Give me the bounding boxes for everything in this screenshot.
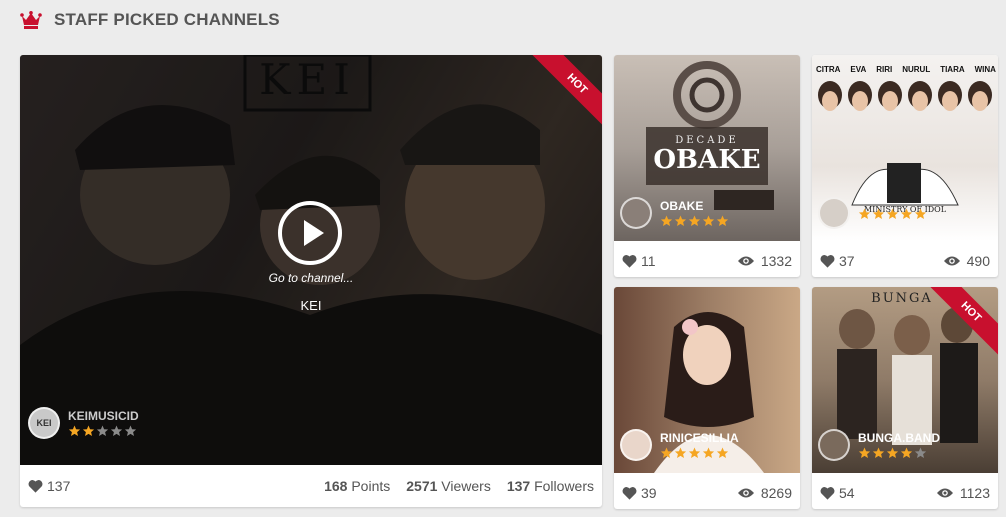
owner-avatar[interactable]: KEI bbox=[28, 407, 60, 439]
likes-stat[interactable]: 54 bbox=[820, 485, 855, 501]
channel-thumbnail[interactable]: DECADE OBAKE OBAKE bbox=[614, 55, 800, 241]
heart-icon bbox=[28, 480, 43, 493]
views-count: 8269 bbox=[760, 485, 792, 501]
eye-icon bbox=[943, 256, 960, 266]
channel-owner[interactable]: RINICESILLIA bbox=[620, 429, 739, 461]
star-icon bbox=[674, 447, 687, 458]
featured-footer: 137 168 Points 2571 Viewers 137 Follower… bbox=[20, 465, 602, 507]
star-icon bbox=[124, 425, 137, 436]
likes-stat[interactable]: 37 bbox=[820, 253, 855, 269]
eye-icon bbox=[936, 488, 953, 498]
views-stat: 8269 bbox=[737, 485, 792, 501]
star-icon bbox=[914, 447, 927, 458]
section-header: STAFF PICKED CHANNELS bbox=[20, 6, 280, 34]
play-button[interactable] bbox=[278, 201, 342, 265]
likes-count: 37 bbox=[839, 253, 855, 269]
star-icon bbox=[688, 447, 701, 458]
channel-name[interactable]: KEI bbox=[20, 298, 602, 313]
go-to-channel-text[interactable]: Go to channel... bbox=[20, 271, 602, 285]
star-icon bbox=[674, 215, 687, 226]
owner-name[interactable]: OBAKE bbox=[660, 199, 730, 213]
heart-icon bbox=[820, 487, 835, 500]
featured-channel-card[interactable]: KEI HOT Go to channel... KEI KEI KEIMUSI… bbox=[20, 55, 602, 507]
rating-stars bbox=[660, 447, 739, 459]
star-icon bbox=[96, 425, 109, 436]
likes-stat[interactable]: 137 bbox=[28, 478, 70, 494]
star-icon bbox=[872, 447, 885, 458]
star-icon bbox=[110, 425, 123, 436]
likes-count: 54 bbox=[839, 485, 855, 501]
star-icon bbox=[886, 208, 899, 219]
eye-icon bbox=[737, 488, 754, 498]
poster-title: BUNGA bbox=[871, 291, 933, 306]
views-stat: 1332 bbox=[737, 253, 792, 269]
rating-stars bbox=[660, 215, 730, 227]
star-icon bbox=[914, 208, 927, 219]
owner-avatar[interactable] bbox=[818, 429, 850, 461]
star-icon bbox=[716, 447, 729, 458]
star-icon bbox=[702, 447, 715, 458]
channel-card[interactable]: BUNGA HOT BUNGA.BAND 54 1123 bbox=[812, 287, 998, 509]
star-icon bbox=[716, 215, 729, 226]
star-icon bbox=[858, 447, 871, 458]
star-icon bbox=[900, 447, 913, 458]
likes-count: 11 bbox=[641, 253, 656, 269]
rating-stars bbox=[68, 425, 139, 437]
likes-count: 137 bbox=[47, 478, 71, 494]
star-icon bbox=[900, 208, 913, 219]
member-names: CITRA EVA RIRI NURUL TIARA WINA bbox=[816, 65, 996, 74]
heart-icon bbox=[622, 487, 637, 500]
star-icon bbox=[660, 215, 673, 226]
views-stat: 490 bbox=[943, 253, 990, 269]
channel-footer: 37 490 bbox=[812, 245, 998, 277]
channel-owner[interactable]: BUNGA.BAND bbox=[818, 429, 940, 461]
channel-thumbnail[interactable]: CITRA EVA RIRI NURUL TIARA WINA MINISTRY OF I… bbox=[812, 55, 998, 241]
owner-avatar[interactable] bbox=[818, 197, 850, 229]
featured-thumbnail[interactable]: KEI HOT Go to channel... KEI KEI KEIMUSI… bbox=[20, 55, 602, 465]
rating-stars bbox=[858, 208, 928, 220]
channel-owner[interactable]: KEI KEIMUSICID bbox=[28, 407, 139, 439]
likes-count: 39 bbox=[641, 485, 657, 501]
star-icon bbox=[886, 447, 899, 458]
channel-card[interactable]: DECADE OBAKE OBAKE 11 1332 bbox=[614, 55, 800, 277]
star-icon bbox=[82, 425, 95, 436]
owner-avatar[interactable] bbox=[620, 429, 652, 461]
channel-footer: 54 1123 bbox=[812, 477, 998, 509]
channel-owner[interactable] bbox=[818, 197, 928, 229]
heart-icon bbox=[820, 255, 835, 268]
channel-stats: 168 Points 2571 Viewers 137 Followers bbox=[324, 478, 594, 494]
crown-icon bbox=[20, 11, 42, 29]
owner-name[interactable]: RINICESILLIA bbox=[660, 431, 739, 445]
points-stat: 168 Points bbox=[324, 478, 391, 494]
channel-footer: 11 1332 bbox=[614, 245, 800, 277]
channel-footer: 39 8269 bbox=[614, 477, 800, 509]
followers-stat: 137 Followers bbox=[506, 478, 594, 494]
channel-thumbnail[interactable]: RINICESILLIA bbox=[614, 287, 800, 473]
heart-icon bbox=[622, 255, 637, 268]
section-title: STAFF PICKED CHANNELS bbox=[54, 10, 280, 29]
star-icon bbox=[872, 208, 885, 219]
likes-stat[interactable]: 11 bbox=[622, 253, 656, 269]
channel-card[interactable]: CITRA EVA RIRI NURUL TIARA WINA MINISTRY OF I… bbox=[812, 55, 998, 277]
star-icon bbox=[702, 215, 715, 226]
owner-avatar[interactable] bbox=[620, 197, 652, 229]
viewers-stat: 2571 Viewers bbox=[406, 478, 491, 494]
owner-name[interactable]: KEIMUSICID bbox=[68, 409, 139, 423]
poster-title: OBAKE bbox=[653, 145, 761, 175]
channel-owner[interactable]: OBAKE bbox=[620, 197, 730, 229]
eye-icon bbox=[737, 256, 754, 266]
rating-stars bbox=[858, 447, 940, 459]
star-icon bbox=[660, 447, 673, 458]
star-icon bbox=[68, 425, 81, 436]
star-icon bbox=[688, 215, 701, 226]
views-count: 1123 bbox=[959, 485, 990, 501]
views-stat: 1123 bbox=[936, 485, 990, 501]
owner-name[interactable]: BUNGA.BAND bbox=[858, 431, 940, 445]
star-icon bbox=[858, 208, 871, 219]
channel-card[interactable]: RINICESILLIA 39 8269 bbox=[614, 287, 800, 509]
likes-stat[interactable]: 39 bbox=[622, 485, 657, 501]
views-count: 1332 bbox=[760, 253, 792, 269]
views-count: 490 bbox=[966, 253, 990, 269]
channel-thumbnail[interactable]: BUNGA HOT BUNGA.BAND bbox=[812, 287, 998, 473]
